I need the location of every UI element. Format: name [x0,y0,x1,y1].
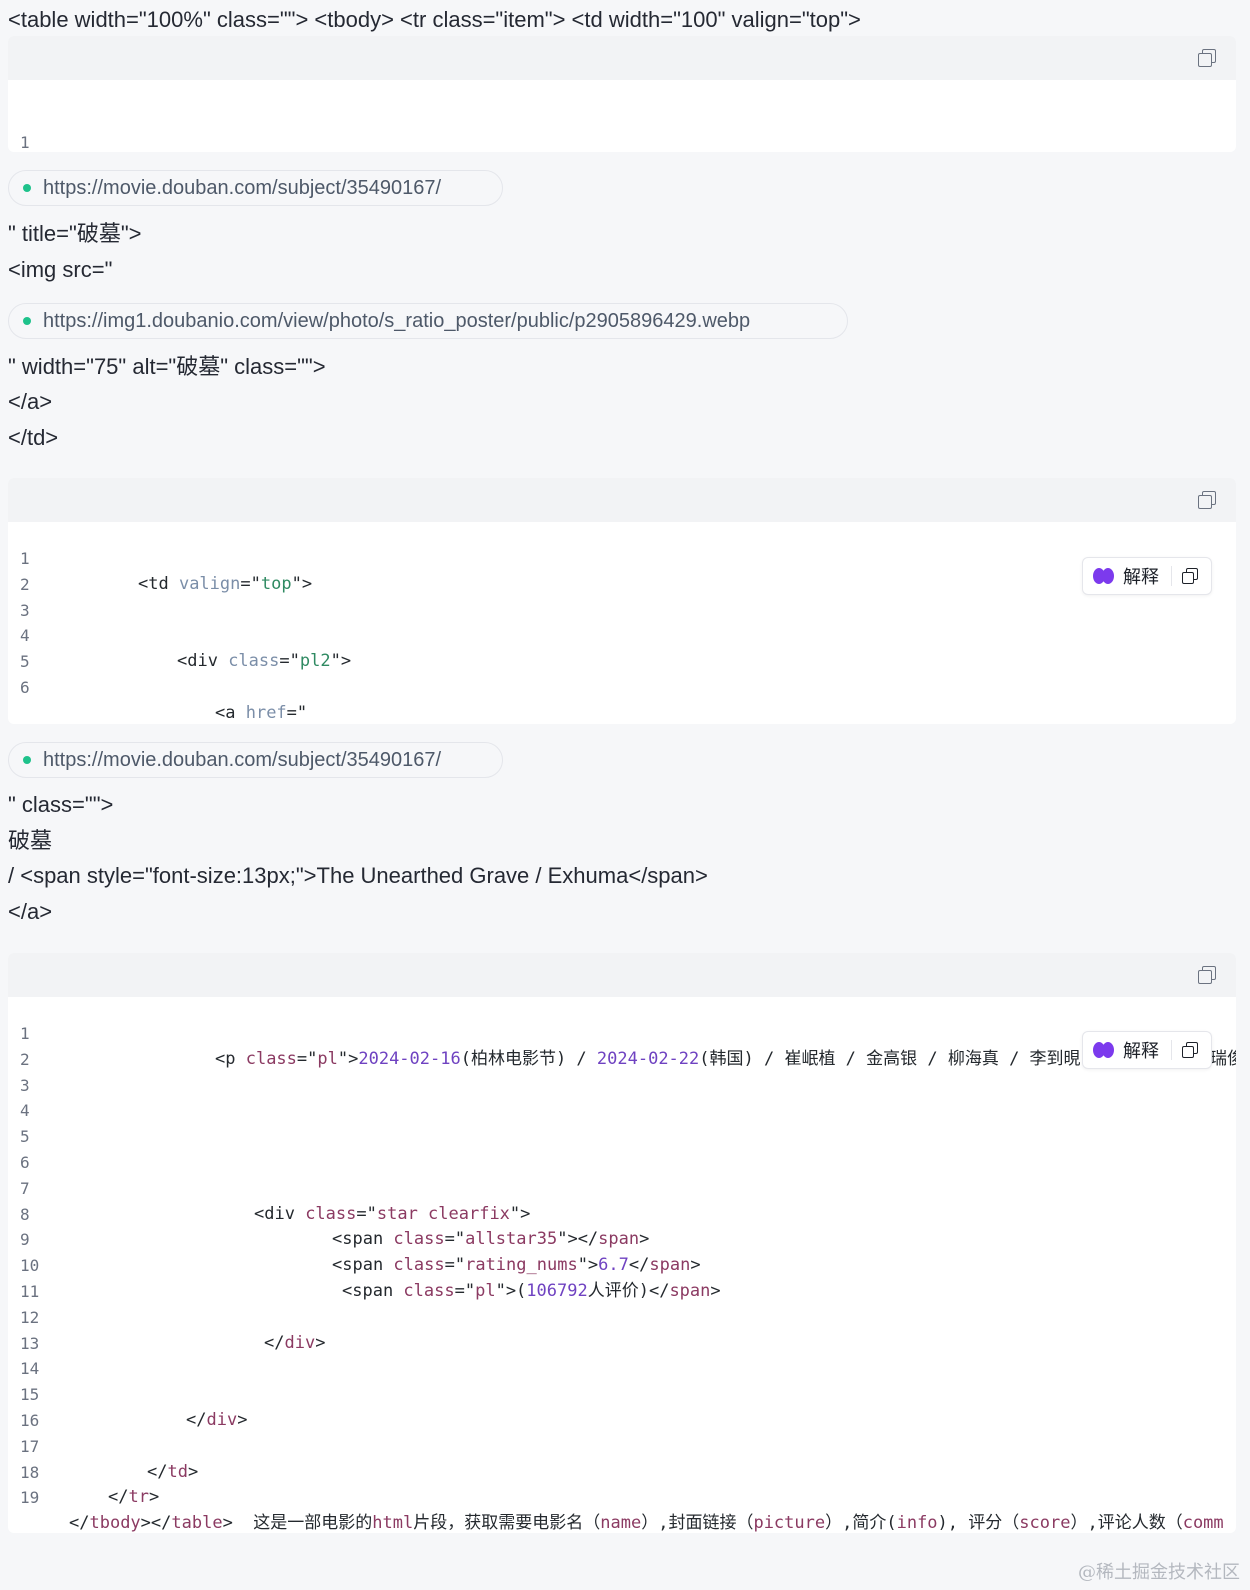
code-block-header [8,36,1236,80]
html-fragment-line: </a> [8,899,53,924]
line-number: 16 [20,1410,40,1430]
line-number: 19 [20,1488,40,1508]
line-number: 3 [20,1075,30,1095]
code-block-header [8,478,1236,522]
status-dot-icon [23,756,31,764]
html-fragment-line: <img src=" [8,257,113,282]
line-number: 3 [20,600,30,620]
code-text: <a href=" [215,702,308,723]
status-dot-icon [23,184,31,192]
html-fragment-line: </a> [8,389,53,414]
explain-button[interactable]: 解释 [1123,563,1159,589]
line-number: 4 [20,1101,30,1121]
code-action-bar: 解释 [1082,1031,1212,1069]
line-number: 17 [20,1436,40,1456]
line-number: 14 [20,1359,40,1379]
line-number: 1 [20,1024,30,1043]
brain-icon[interactable] [1093,1040,1115,1060]
brain-icon[interactable] [1093,566,1115,586]
link-movie[interactable]: https://movie.douban.com/subject/3549016… [8,170,503,206]
html-fragment-line: / <span style="font-size:13px;">The Unea… [8,863,708,888]
html-fragment-line: " width="75" alt="破墓" class=""> [8,354,326,379]
link-movie[interactable]: https://movie.douban.com/subject/3549016… [8,742,503,778]
code-text: </tbody></table> 这是一部电影的html片段，获取需要电影名（n… [69,1513,1224,1533]
code-block: 1 <a class="nbg" href=" [8,36,1236,152]
link-url[interactable]: https://img1.doubanio.com/view/photo/s_r… [43,310,750,333]
html-fragment-line: <table width="100%" class=""> <tbody> <t… [8,7,861,32]
watermark: @稀土掘金技术社区 [1078,1562,1240,1583]
link-url[interactable]: https://movie.douban.com/subject/3549016… [43,177,441,200]
line-number: 1 [20,132,30,152]
copy-icon[interactable] [1182,1042,1198,1058]
html-fragment-line: </td> [8,425,59,450]
line-number: 5 [20,652,30,672]
html-fragment-line: 破墓 [8,828,53,853]
line-number: 9 [20,1230,30,1250]
explain-button[interactable]: 解释 [1123,1037,1159,1063]
code-line: 1 <a class="nbg" href=" [8,104,1236,152]
code-action-bar: 解释 [1082,557,1212,595]
html-fragment-line: " title="破墓"> [8,221,142,246]
code-block-header [8,953,1236,997]
line-number: 8 [20,1204,30,1224]
copy-icon[interactable] [1198,966,1216,984]
copy-icon[interactable] [1198,49,1216,67]
line-number: 13 [20,1333,40,1353]
line-number: 6 [20,677,30,697]
copy-icon[interactable] [1182,568,1198,584]
line-number: 2 [20,1049,30,1069]
line-number: 18 [20,1462,40,1482]
line-number: 4 [20,626,30,646]
line-number: 10 [20,1256,40,1276]
link-poster[interactable]: https://img1.doubanio.com/view/photo/s_r… [8,303,848,339]
line-number: 15 [20,1385,40,1405]
line-number: 11 [20,1281,40,1301]
line-number: 12 [20,1307,40,1327]
line-number: 2 [20,574,30,594]
line-number: 5 [20,1127,30,1147]
line-number: 1 [20,549,30,568]
code-block: 1 <p class="pl">2024-02-16(柏林电影节) / 2024… [8,953,1236,1533]
line-number: 6 [20,1152,30,1172]
status-dot-icon [23,317,31,325]
html-fragment-line: " class=""> [8,792,114,817]
link-url[interactable]: https://movie.douban.com/subject/3549016… [43,749,441,772]
code-block: 1 <td valign="top"> 2 3 4 <div class="pl… [8,478,1236,724]
copy-icon[interactable] [1198,491,1216,509]
line-number: 7 [20,1178,30,1198]
